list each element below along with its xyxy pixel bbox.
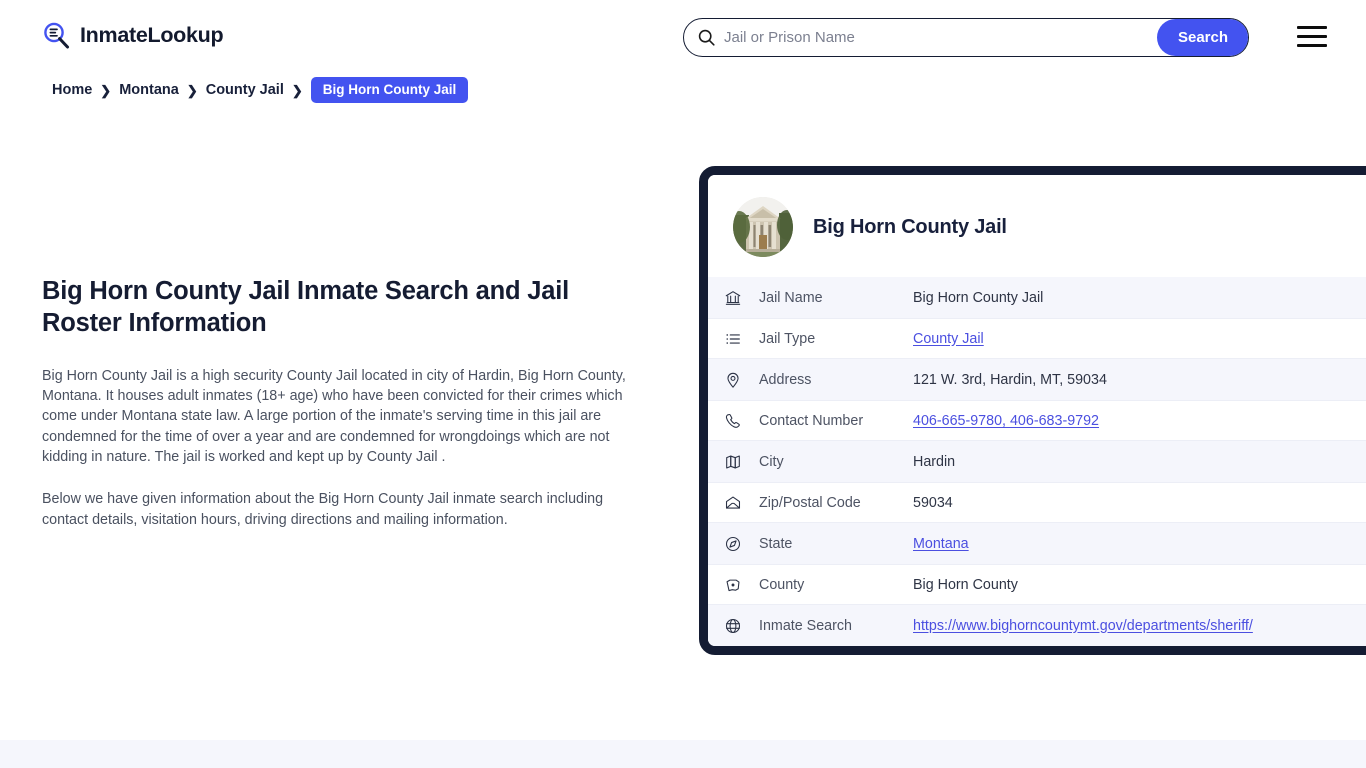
footer-band [0, 740, 1366, 768]
info-row-link[interactable]: County Jail [913, 331, 984, 347]
info-row: Jail Type County Jail [708, 318, 1366, 359]
magnifier-list-icon [42, 21, 71, 50]
info-row-label: City [759, 453, 784, 470]
info-row: Zip/Postal Code 59034 [708, 482, 1366, 523]
info-row-label: Zip/Postal Code [759, 494, 861, 511]
breadcrumb-item-home[interactable]: Home [52, 82, 92, 98]
breadcrumb-item-montana[interactable]: Montana [119, 82, 179, 98]
info-row: Inmate Search https://www.bighorncountymt… [708, 605, 1366, 646]
info-row-link[interactable]: Montana [913, 536, 969, 552]
globe-icon [724, 617, 742, 635]
secondary-paragraph: Below we have given information about th… [42, 491, 604, 528]
jail-info-card: Big Horn County Jail Jail Name Big Horn C… [699, 166, 1366, 655]
breadcrumb-separator: ❯ [100, 82, 112, 98]
map-pin-icon [724, 371, 742, 389]
info-row: Address 121 W. 3rd, Hardin, MT, 59034 [708, 359, 1366, 400]
intro-paragraph: Big Horn County Jail is a high security … [42, 367, 626, 465]
breadcrumb: Home ❯ Montana ❯ County Jail ❯ Big Horn County… [52, 77, 469, 103]
info-row-value: Hardin [913, 453, 956, 470]
phone-icon [724, 412, 742, 430]
info-row-label: Contact Number [759, 412, 864, 429]
info-row-label: Address [759, 371, 812, 388]
bank-icon [724, 289, 742, 307]
breadcrumb-separator: ❯ [186, 82, 198, 98]
courthouse-photo [733, 197, 793, 257]
info-row-label: State [759, 535, 793, 552]
search-bar: Search [683, 18, 1249, 57]
info-row: City Hardin [708, 441, 1366, 482]
jail-info-table: Jail Name Big Horn County Jail Jail Type Co… [708, 277, 1366, 646]
brand-name: InmateLookup [80, 23, 224, 47]
info-row-label: Jail Name [759, 289, 823, 306]
page-root: InmateLookup Search Home ❯ Montana ❯ County … [0, 0, 1366, 768]
search-input[interactable] [715, 19, 1157, 56]
info-row: Contact Number 406-665-9780, 406-683-9792 [708, 400, 1366, 441]
breadcrumb-item-big-horn-county-jail: Big Horn County Jail [310, 77, 469, 103]
breadcrumb-item-county-jail[interactable]: County Jail [206, 82, 284, 98]
info-row-value: 59034 [913, 494, 953, 511]
search-button[interactable]: Search [1157, 19, 1248, 56]
info-row-link[interactable]: https://www.bighorncountymt.gov/departme… [913, 618, 1253, 634]
brand-logo[interactable]: InmateLookup [42, 21, 224, 50]
page-title: Big Horn County Jail Inmate Search and J… [42, 277, 570, 338]
hamburger-menu-icon[interactable] [1297, 26, 1327, 47]
info-row-value: 121 W. 3rd, Hardin, MT, 59034 [913, 371, 1107, 388]
article-column: Big Horn County Jail Inmate Search and J… [42, 275, 637, 552]
info-row: County Big Horn County [708, 564, 1366, 605]
info-row: Jail Name Big Horn County Jail [708, 277, 1366, 318]
list-icon [724, 330, 742, 348]
site-header: InmateLookup Search [0, 0, 1366, 72]
breadcrumb-separator: ❯ [291, 82, 303, 98]
info-row: State Montana [708, 523, 1366, 564]
map-county-icon [724, 576, 742, 594]
envelope-icon [724, 494, 742, 512]
card-header: Big Horn County Jail [708, 175, 1366, 277]
info-row-value: Big Horn County Jail [913, 289, 1044, 306]
info-row-label: Jail Type [759, 330, 816, 347]
info-row-value: Big Horn County [913, 576, 1018, 593]
map-icon [724, 453, 742, 471]
info-row-label: County [759, 576, 805, 593]
info-row-label: Inmate Search [759, 617, 852, 634]
info-row-link[interactable]: 406-665-9780, 406-683-9792 [913, 413, 1099, 429]
compass-icon [724, 535, 742, 553]
card-title: Big Horn County Jail [813, 215, 1007, 238]
search-icon [698, 29, 715, 46]
